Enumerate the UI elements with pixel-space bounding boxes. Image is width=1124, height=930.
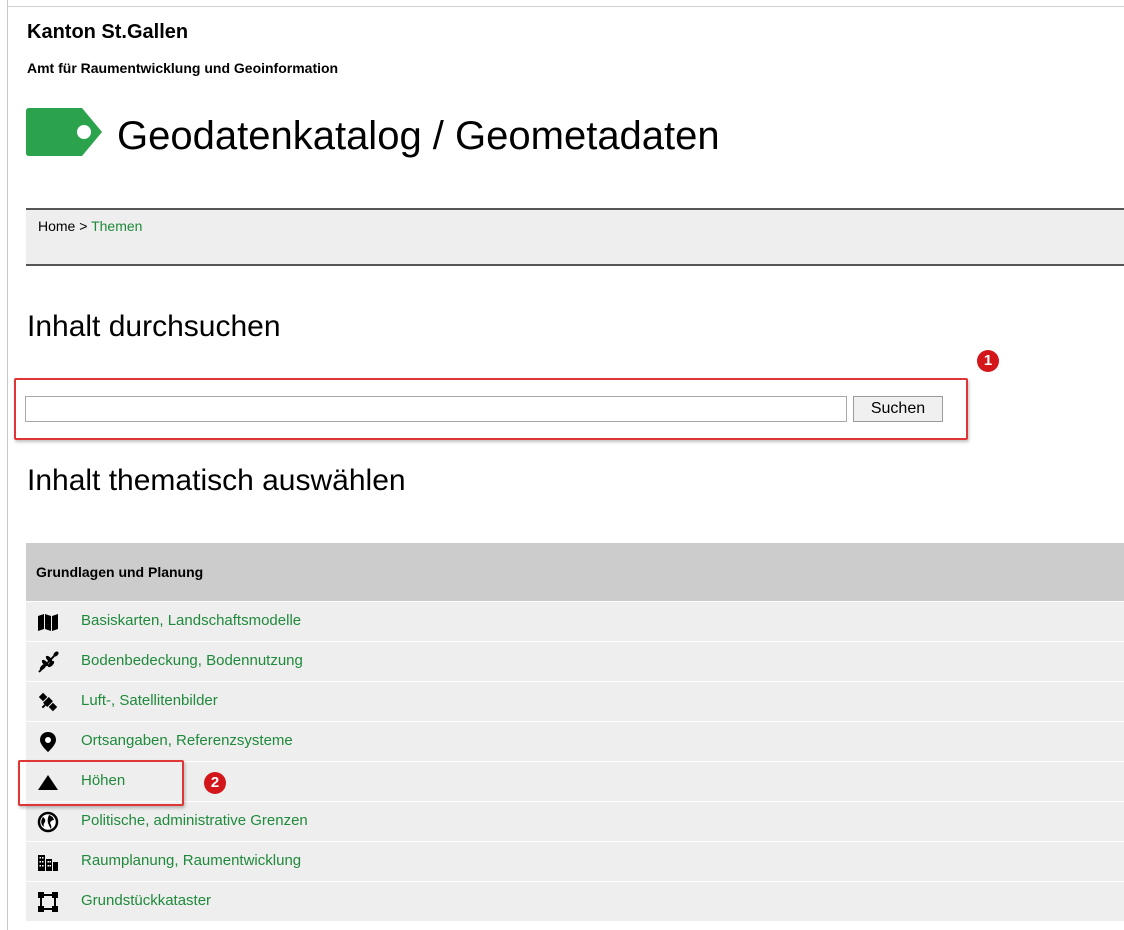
satellite-icon: [37, 691, 59, 713]
theme-item-bodenbedeckung[interactable]: Bodenbedeckung, Bodennutzung: [26, 641, 1124, 681]
search-input[interactable]: [25, 396, 847, 422]
theme-item-raumplanung[interactable]: Raumplanung, Raumentwicklung: [26, 841, 1124, 881]
organization-name: Kanton St.Gallen: [27, 21, 189, 43]
theme-item-label[interactable]: Politische, administrative Grenzen: [81, 812, 308, 829]
annotation-badge-1: 1: [977, 350, 999, 372]
buildings-icon: [37, 851, 59, 873]
theme-item-ortsangaben[interactable]: Ortsangaben, Referenzsysteme: [26, 721, 1124, 761]
page-title: Geodatenkatalog / Geometadaten: [117, 114, 720, 158]
theme-item-label[interactable]: Ortsangaben, Referenzsysteme: [81, 732, 293, 749]
theme-item-label[interactable]: Luft-, Satellitenbilder: [81, 692, 218, 709]
breadcrumb: Home > Themen: [38, 218, 142, 234]
map-marker-icon: [37, 731, 59, 753]
theme-item-label[interactable]: Raumplanung, Raumentwicklung: [81, 852, 301, 869]
search-heading: Inhalt durchsuchen: [27, 310, 281, 343]
theme-item-grundstueckkataster[interactable]: Grundstückkataster: [26, 881, 1124, 921]
theme-item-label[interactable]: Grundstückkataster: [81, 892, 211, 909]
page-frame-top: [7, 6, 1124, 7]
breadcrumb-current[interactable]: Themen: [91, 218, 142, 234]
theme-item-hoehen[interactable]: Höhen: [26, 761, 1124, 801]
category-header: Grundlagen und Planung: [26, 543, 1124, 601]
breadcrumb-bar: Home > Themen: [26, 208, 1124, 266]
breadcrumb-home[interactable]: Home: [38, 218, 75, 234]
tag-logo-icon: [26, 108, 102, 161]
hoehen-highlight-box: [18, 760, 184, 806]
search-button[interactable]: Suchen: [853, 396, 943, 422]
themes-heading: Inhalt thematisch auswählen: [27, 464, 406, 497]
parcel-icon: [37, 891, 59, 913]
theme-item-label[interactable]: Basiskarten, Landschaftsmodelle: [81, 612, 301, 629]
department-name: Amt für Raumentwicklung und Geoinformati…: [27, 60, 339, 76]
breadcrumb-separator: >: [79, 218, 88, 234]
theme-item-label[interactable]: Bodenbedeckung, Bodennutzung: [81, 652, 303, 669]
theme-item-luftbilder[interactable]: Luft-, Satellitenbilder: [26, 681, 1124, 721]
globe-icon: [37, 811, 59, 833]
page-frame-left: [7, 0, 8, 930]
map-icon: [37, 611, 59, 633]
annotation-badge-2: 2: [204, 772, 226, 794]
category-title: Grundlagen und Planung: [36, 564, 204, 580]
leaf-icon: [37, 651, 59, 673]
theme-item-grenzen[interactable]: Politische, administrative Grenzen: [26, 801, 1124, 841]
theme-item-basiskarten[interactable]: Basiskarten, Landschaftsmodelle: [26, 601, 1124, 641]
